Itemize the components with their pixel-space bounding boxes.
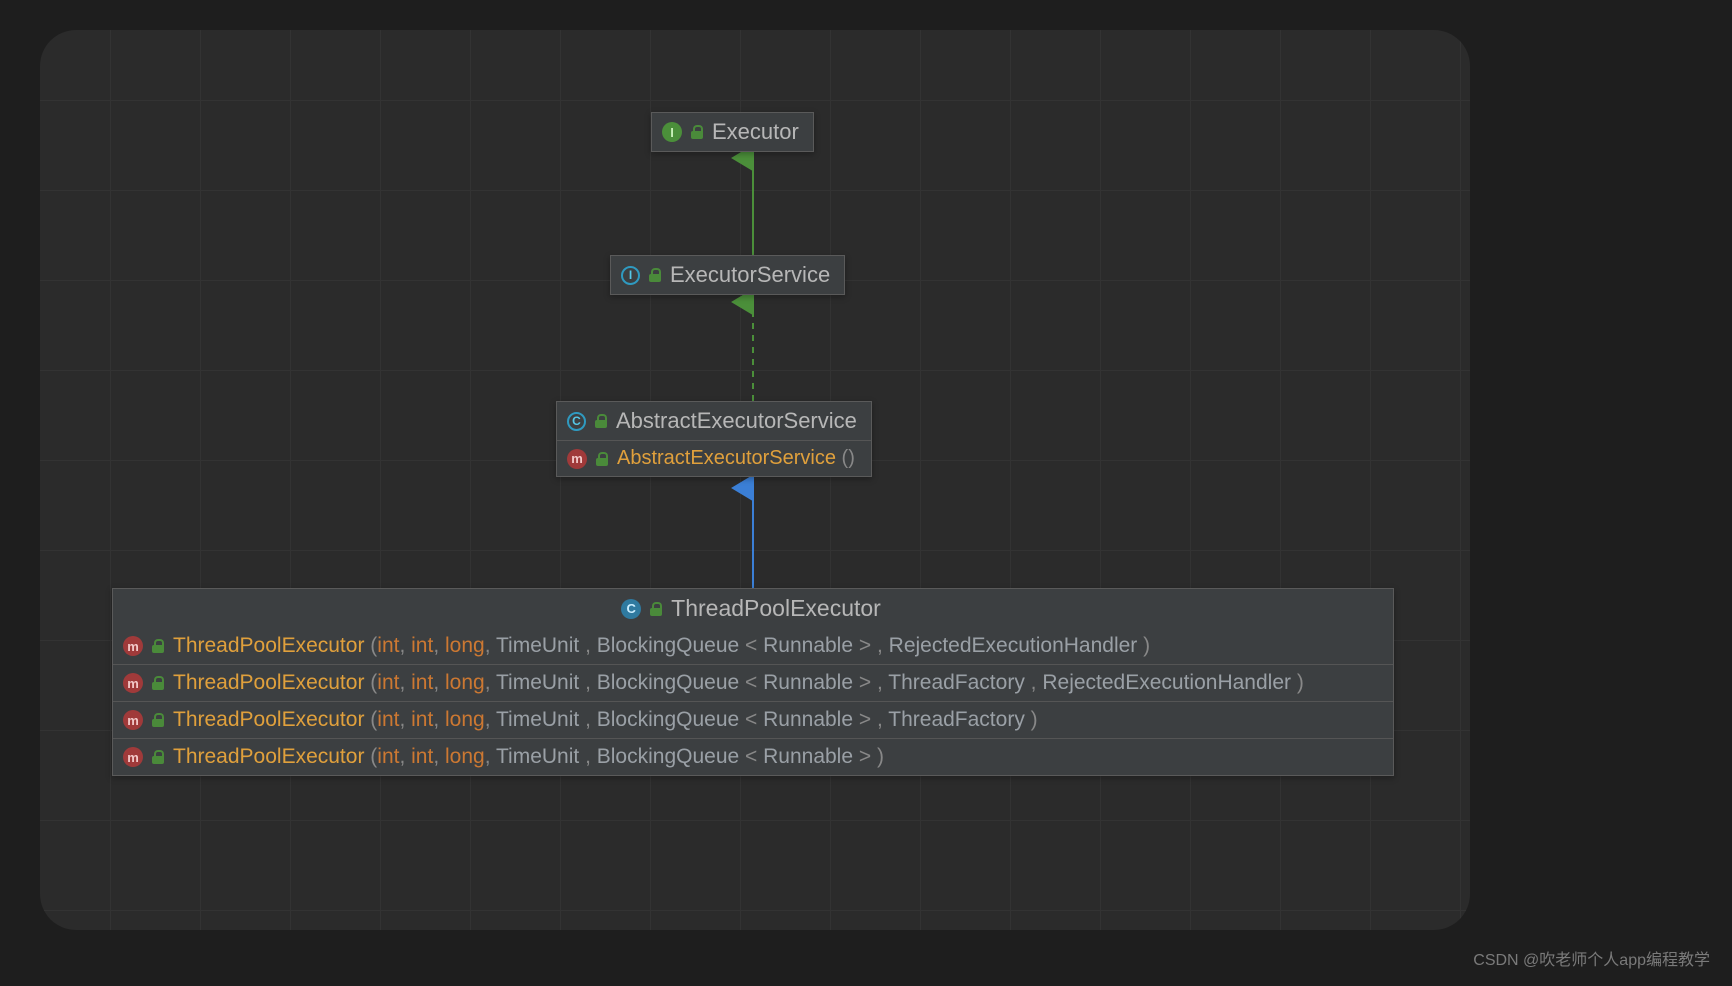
lock-icon [151,676,165,690]
class-name: ExecutorService [670,262,830,288]
lock-icon [151,750,165,764]
method-signature: ThreadPoolExecutor (int, int, long, Time… [173,671,1304,695]
method-signature: ThreadPoolExecutor (int, int, long, Time… [173,745,884,769]
method-signature: ThreadPoolExecutor (int, int, long, Time… [173,708,1038,732]
lock-icon [151,713,165,727]
abstract-class-icon: C [567,412,586,431]
method-signature: ThreadPoolExecutor (int, int, long, Time… [173,634,1150,658]
method-icon: m [123,636,143,656]
node-executor[interactable]: I Executor [651,112,814,152]
lock-icon [594,414,608,428]
lock-icon [649,602,663,616]
method-row[interactable]: m ThreadPoolExecutor (int, int, long, Tim… [113,628,1393,664]
lock-icon [648,268,662,282]
interface-icon: I [621,266,640,285]
method-icon: m [123,673,143,693]
class-icon: C [621,599,641,619]
method-row[interactable]: m ThreadPoolExecutor (int, int, long, Tim… [113,701,1393,738]
method-params: () [842,447,855,469]
node-executor-service[interactable]: I ExecutorService [610,255,845,295]
diagram-canvas: I Executor I ExecutorService C AbstractE… [40,30,1470,930]
lock-icon [690,125,704,139]
lock-icon [151,639,165,653]
watermark: CSDN @吹老师个人app编程教学 [1473,946,1710,970]
node-abstract-executor-service[interactable]: C AbstractExecutorService m AbstractExec… [556,401,872,477]
node-thread-pool-executor[interactable]: C ThreadPoolExecutor m ThreadPoolExecutor… [112,588,1394,776]
class-name: ThreadPoolExecutor [671,595,881,622]
method-name: AbstractExecutorService [617,447,836,469]
interface-icon: I [662,122,682,142]
method-row[interactable]: m ThreadPoolExecutor (int, int, long, Tim… [113,738,1393,775]
lock-icon [595,452,609,466]
method-row[interactable]: m ThreadPoolExecutor (int, int, long, Tim… [113,664,1393,701]
method-row[interactable]: m AbstractExecutorService () [557,440,871,476]
method-icon: m [567,449,587,469]
method-icon: m [123,747,143,767]
class-name: AbstractExecutorService [616,408,857,434]
class-name: Executor [712,119,799,145]
grid-background [40,30,1470,930]
method-icon: m [123,710,143,730]
